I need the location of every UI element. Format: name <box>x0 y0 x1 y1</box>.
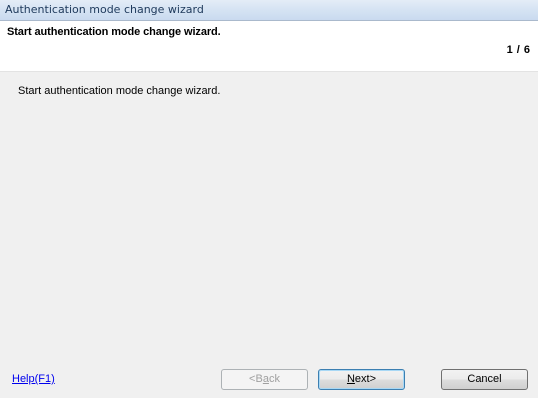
step-description: Start authentication mode change wizard. <box>18 85 221 97</box>
back-button-label-prefix: <B <box>249 373 263 385</box>
next-button[interactable]: Next> <box>318 369 405 390</box>
back-button[interactable]: <Back <box>221 369 308 390</box>
next-button-label-suffix: ext> <box>354 373 377 385</box>
wizard-window: Authentication mode change wizard Start … <box>0 0 538 398</box>
cancel-button-label: Cancel <box>467 373 502 385</box>
cancel-button[interactable]: Cancel <box>441 369 528 390</box>
help-link[interactable]: Help(F1) <box>12 373 55 385</box>
back-button-label-suffix: ck <box>268 373 280 385</box>
title-bar[interactable]: Authentication mode change wizard <box>0 0 538 21</box>
step-counter: 1 / 6 <box>506 44 530 56</box>
window-title: Authentication mode change wizard <box>5 3 204 16</box>
next-button-mnemonic: N <box>346 373 355 385</box>
wizard-content: Start authentication mode change wizard. <box>0 72 538 362</box>
step-title: Start authentication mode change wizard. <box>7 26 221 38</box>
wizard-footer: Help(F1) <Back Next> Cancel <box>0 362 538 398</box>
wizard-header: Start authentication mode change wizard.… <box>0 21 538 72</box>
